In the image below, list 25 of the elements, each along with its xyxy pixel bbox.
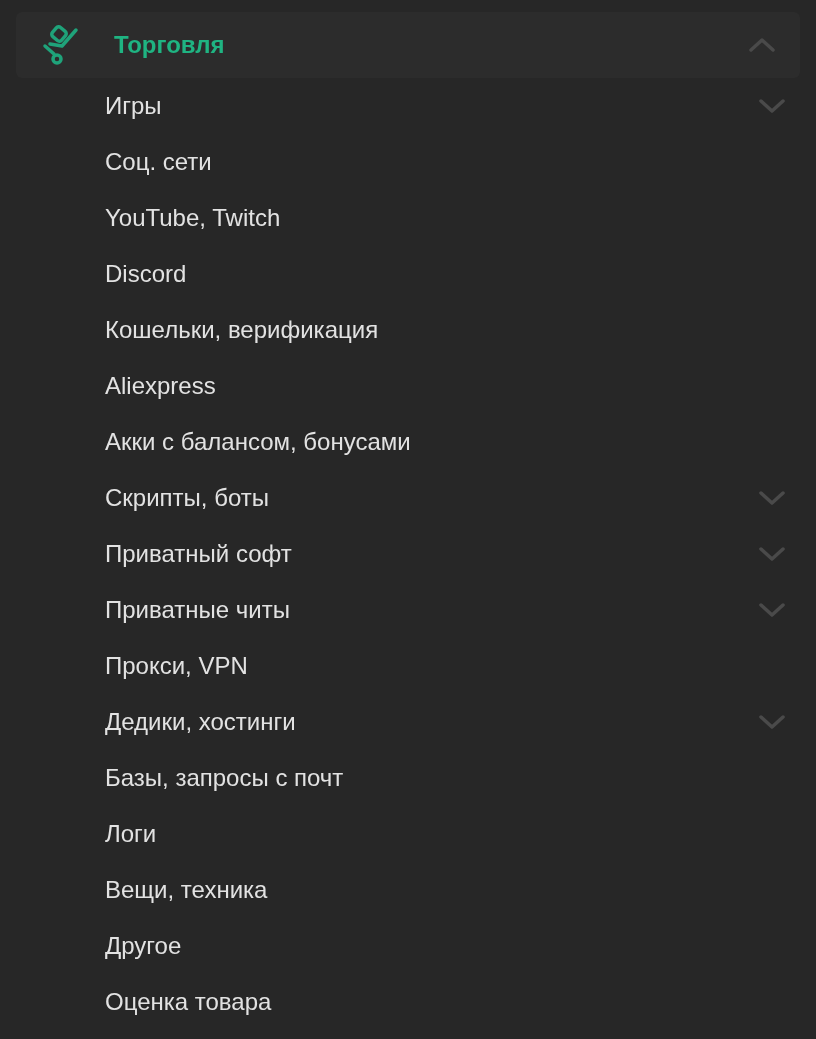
expand-chevron-icon[interactable] <box>758 546 786 562</box>
menu-item[interactable]: Акки с балансом, бонусами <box>0 414 816 470</box>
menu-item[interactable]: Логи <box>0 806 816 862</box>
menu-item[interactable]: Игры <box>0 78 816 134</box>
menu-item[interactable]: Кошельки, верификация <box>0 302 816 358</box>
expand-chevron-icon[interactable] <box>758 98 786 114</box>
expand-chevron-icon[interactable] <box>758 714 786 730</box>
menu-item[interactable]: Приватный софт <box>0 526 816 582</box>
menu-item[interactable]: Оценка товара <box>0 974 816 1030</box>
expand-chevron-icon[interactable] <box>758 490 786 506</box>
expand-chevron-icon[interactable] <box>758 602 786 618</box>
menu-item[interactable]: Приватные читы <box>0 582 816 638</box>
category-title: Торговля <box>114 30 226 60</box>
menu-item[interactable]: Aliexpress <box>0 358 816 414</box>
menu-item[interactable]: Другое <box>0 918 816 974</box>
menu-item[interactable]: Скрипты, боты <box>0 470 816 526</box>
menu-item[interactable]: Вещи, техника <box>0 862 816 918</box>
menu-item[interactable]: Базы, запросы с почт <box>0 750 816 806</box>
menu-item[interactable]: Соц. сети <box>0 134 816 190</box>
category-header[interactable]: Торговля <box>16 12 800 78</box>
menu-item[interactable]: Дедики, хостинги <box>0 694 816 750</box>
menu-item[interactable]: Discord <box>0 246 816 302</box>
menu-item[interactable]: Прокси, VPN <box>0 638 816 694</box>
menu-item[interactable]: YouTube, Twitch <box>0 190 816 246</box>
collapse-chevron-icon[interactable] <box>748 37 776 53</box>
